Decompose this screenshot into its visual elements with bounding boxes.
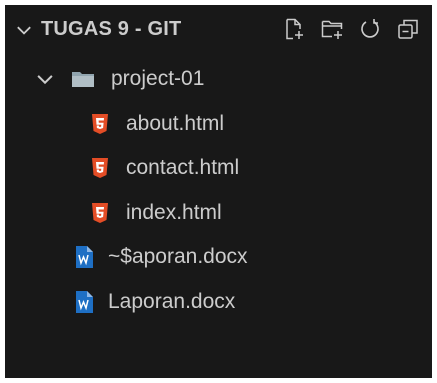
word-doc-icon — [72, 245, 96, 269]
explorer-actions — [278, 13, 424, 45]
html5-icon — [88, 112, 112, 136]
word-doc-icon — [72, 290, 96, 314]
new-file-button[interactable] — [278, 13, 310, 45]
folder-item-project-01[interactable]: project-01 — [5, 57, 432, 102]
file-label: about.html — [126, 111, 225, 135]
new-folder-button[interactable] — [316, 13, 348, 45]
file-label: ~$aporan.docx — [108, 245, 248, 269]
new-folder-icon — [321, 20, 343, 39]
file-label: index.html — [126, 200, 222, 224]
file-label: contact.html — [126, 156, 240, 180]
chevron-down-icon[interactable] — [15, 21, 33, 39]
explorer-panel: TUGAS 9 - GIT project-01 about.html cont… — [5, 5, 432, 378]
file-item-laporan-docx[interactable]: Laporan.docx — [5, 280, 432, 325]
collapse-all-button[interactable] — [392, 13, 424, 45]
file-item-about-html[interactable]: about.html — [5, 102, 432, 147]
html5-icon — [88, 201, 112, 225]
file-label: Laporan.docx — [108, 289, 236, 313]
file-item-index-html[interactable]: index.html — [5, 191, 432, 236]
file-item-contact-html[interactable]: contact.html — [5, 146, 432, 191]
html5-icon — [88, 156, 112, 180]
explorer-section-header[interactable]: TUGAS 9 - GIT — [5, 5, 432, 53]
file-item-temp-laporan-docx[interactable]: ~$aporan.docx — [5, 235, 432, 280]
folder-icon — [71, 67, 95, 91]
collapse-all-icon — [398, 19, 418, 39]
refresh-button[interactable] — [354, 13, 386, 45]
file-tree: project-01 about.html contact.html index… — [5, 57, 432, 324]
folder-label: project-01 — [111, 67, 205, 91]
refresh-icon — [361, 19, 379, 38]
chevron-down-icon[interactable] — [35, 69, 55, 89]
workspace-title: TUGAS 9 - GIT — [41, 18, 182, 40]
new-file-icon — [286, 18, 303, 40]
